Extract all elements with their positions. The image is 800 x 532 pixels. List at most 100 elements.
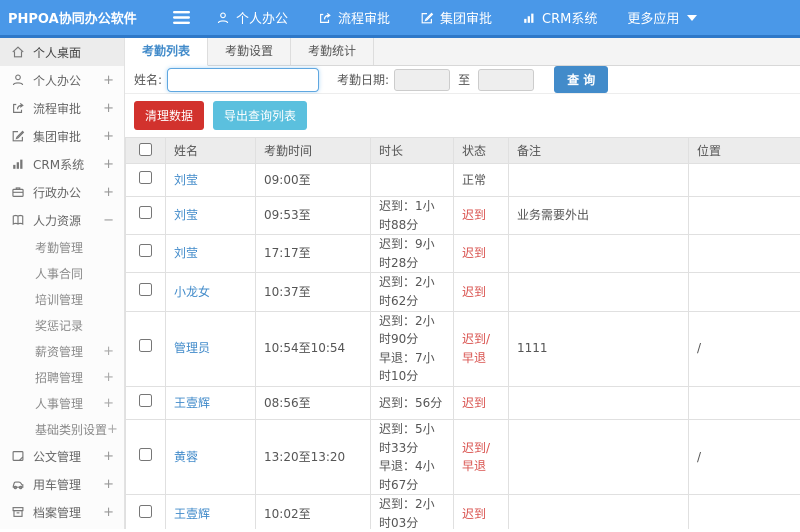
sidebar-subitem[interactable]: 招聘管理 + bbox=[0, 364, 124, 390]
row-checkbox[interactable] bbox=[139, 447, 152, 461]
sidebar-item[interactable]: 项目管理+ bbox=[0, 526, 124, 529]
attendance-time-cell: 09:53至 bbox=[255, 195, 371, 236]
export-list-button[interactable]: 导出查询列表 bbox=[213, 101, 308, 130]
row-checkbox[interactable] bbox=[139, 244, 152, 258]
action-bar: 清理数据 导出查询列表 bbox=[125, 94, 800, 137]
document-icon bbox=[11, 449, 26, 463]
date-from-input[interactable] bbox=[394, 68, 451, 91]
attendance-time-cell: 09:00至 bbox=[255, 163, 371, 197]
sidebar-subitem-label: 人事管理 bbox=[35, 396, 84, 411]
expand-icon[interactable]: + bbox=[103, 477, 114, 492]
caret-down-icon bbox=[687, 14, 698, 21]
row-checkbox[interactable] bbox=[139, 170, 152, 184]
date-to-input[interactable] bbox=[478, 68, 535, 91]
sidebar-item-label: 个人办公 bbox=[33, 73, 82, 88]
sidebar-subitem-label: 招聘管理 bbox=[35, 370, 84, 385]
duration-line: 迟到：56分 bbox=[379, 395, 443, 410]
table-row: 管理员 10:54至10:54 迟到：2小时90分 早退：7小时10分 迟到/早退 111… bbox=[125, 310, 800, 387]
hamburger-menu-icon[interactable] bbox=[173, 11, 190, 24]
expand-icon[interactable]: + bbox=[103, 370, 114, 385]
note-cell bbox=[508, 272, 689, 312]
name-input[interactable] bbox=[167, 67, 320, 92]
note-cell bbox=[508, 234, 689, 274]
sidebar-item[interactable]: 公文管理 + bbox=[0, 442, 124, 470]
sidebar-item[interactable]: 集团审批 + bbox=[0, 122, 124, 150]
sidebar-subitem[interactable]: 薪资管理 + bbox=[0, 338, 124, 364]
sidebar-subitem[interactable]: 培训管理 bbox=[0, 286, 124, 312]
status-badge: 迟到/早退 bbox=[462, 332, 491, 365]
sidebar-item[interactable]: 个人桌面 bbox=[0, 38, 124, 66]
col-header-note: 备注 bbox=[508, 137, 689, 164]
employee-name-link[interactable]: 王壹辉 bbox=[174, 396, 210, 410]
attendance-date-label: 考勤日期: bbox=[337, 73, 390, 87]
expand-icon[interactable]: + bbox=[103, 185, 114, 200]
nav-item[interactable]: 个人办公 bbox=[216, 8, 288, 27]
expand-icon[interactable]: + bbox=[103, 101, 114, 116]
sidebar-subitem[interactable]: 考勤管理 bbox=[0, 234, 124, 260]
sidebar-subitem[interactable]: 人事管理 + bbox=[0, 390, 124, 416]
sidebar-item[interactable]: 用车管理 + bbox=[0, 470, 124, 498]
nav-item[interactable]: 更多应用 bbox=[627, 8, 698, 27]
location-cell bbox=[688, 163, 800, 197]
sidebar-item[interactable]: CRM系统 + bbox=[0, 150, 124, 178]
status-badge: 迟到 bbox=[462, 284, 487, 299]
row-checkbox[interactable] bbox=[139, 206, 152, 220]
expand-icon[interactable]: + bbox=[103, 129, 114, 144]
sidebar-item[interactable]: 流程审批 + bbox=[0, 94, 124, 122]
search-button[interactable]: 查 询 bbox=[554, 66, 609, 93]
sidebar-item[interactable]: 行政办公 + bbox=[0, 178, 124, 206]
row-checkbox[interactable] bbox=[139, 504, 152, 518]
expand-icon[interactable]: + bbox=[103, 73, 114, 88]
row-checkbox[interactable] bbox=[139, 339, 152, 353]
row-checkbox[interactable] bbox=[139, 393, 152, 407]
table-row: 王壹辉 08:56至 迟到：56分 迟到 bbox=[125, 385, 800, 420]
tab-attendance-list[interactable]: 考勤列表 bbox=[125, 38, 209, 66]
collapse-icon[interactable]: − bbox=[103, 213, 114, 228]
app-window: PHPOA协同办公软件 个人办公 流程审批 集团审批 CRM系统 更多应用 个人桌面 个人… bbox=[0, 0, 800, 532]
nav-item[interactable]: CRM系统 bbox=[522, 8, 597, 27]
employee-name-link[interactable]: 刘莹 bbox=[174, 173, 198, 187]
employee-name-link[interactable]: 王壹辉 bbox=[174, 507, 210, 521]
chart-icon bbox=[11, 157, 26, 171]
status-badge: 迟到 bbox=[462, 246, 487, 261]
status-badge: 迟到 bbox=[462, 395, 487, 410]
tab-attendance-stats[interactable]: 考勤统计 bbox=[291, 38, 375, 65]
app-logo[interactable]: PHPOA协同办公软件 bbox=[0, 8, 137, 27]
attendance-time-cell: 10:37至 bbox=[255, 272, 371, 312]
duration-line: 早退：7小时10分 bbox=[379, 350, 435, 384]
sidebar-subitem[interactable]: 人事合同 bbox=[0, 260, 124, 286]
sidebar-subitem[interactable]: 奖惩记录 bbox=[0, 312, 124, 338]
expand-icon[interactable]: + bbox=[103, 344, 114, 359]
status-badge: 正常 bbox=[462, 172, 487, 187]
duration-line: 迟到：2小时62分 bbox=[379, 275, 435, 308]
note-cell bbox=[508, 494, 689, 529]
employee-name-link[interactable]: 黄蓉 bbox=[174, 450, 198, 464]
duration-cell: 迟到：56分 bbox=[370, 385, 454, 420]
expand-icon[interactable]: + bbox=[103, 449, 114, 464]
employee-name-link[interactable]: 小龙女 bbox=[174, 285, 210, 299]
select-all-checkbox[interactable] bbox=[139, 142, 152, 156]
sidebar-item[interactable]: 档案管理 + bbox=[0, 498, 124, 526]
employee-name-link[interactable]: 刘莹 bbox=[174, 208, 198, 222]
user-icon bbox=[11, 73, 26, 87]
clean-data-button[interactable]: 清理数据 bbox=[134, 101, 205, 130]
expand-icon[interactable]: + bbox=[103, 505, 114, 520]
nav-item[interactable]: 集团审批 bbox=[420, 8, 492, 27]
tab-attendance-settings[interactable]: 考勤设置 bbox=[208, 38, 292, 65]
sidebar-subitem[interactable]: 基础类别设置 + bbox=[0, 416, 124, 442]
employee-name-link[interactable]: 管理员 bbox=[174, 341, 210, 355]
expand-icon[interactable]: + bbox=[107, 422, 118, 437]
row-checkbox[interactable] bbox=[139, 282, 152, 296]
expand-icon[interactable]: + bbox=[103, 157, 114, 172]
sidebar-item[interactable]: 个人办公 + bbox=[0, 66, 124, 94]
location-cell bbox=[688, 385, 800, 420]
sidebar-item[interactable]: 人力资源 − bbox=[0, 206, 124, 234]
col-header-duration: 时长 bbox=[370, 137, 454, 164]
duration-cell: 迟到：2小时90分 早退：7小时10分 bbox=[370, 310, 454, 387]
sidebar-subitem-label: 考勤管理 bbox=[35, 240, 84, 255]
nav-item[interactable]: 流程审批 bbox=[318, 8, 390, 27]
employee-name-link[interactable]: 刘莹 bbox=[174, 246, 198, 260]
sidebar-item-label: 个人桌面 bbox=[33, 45, 82, 60]
attendance-time-cell: 17:17至 bbox=[255, 234, 371, 274]
expand-icon[interactable]: + bbox=[103, 396, 114, 411]
